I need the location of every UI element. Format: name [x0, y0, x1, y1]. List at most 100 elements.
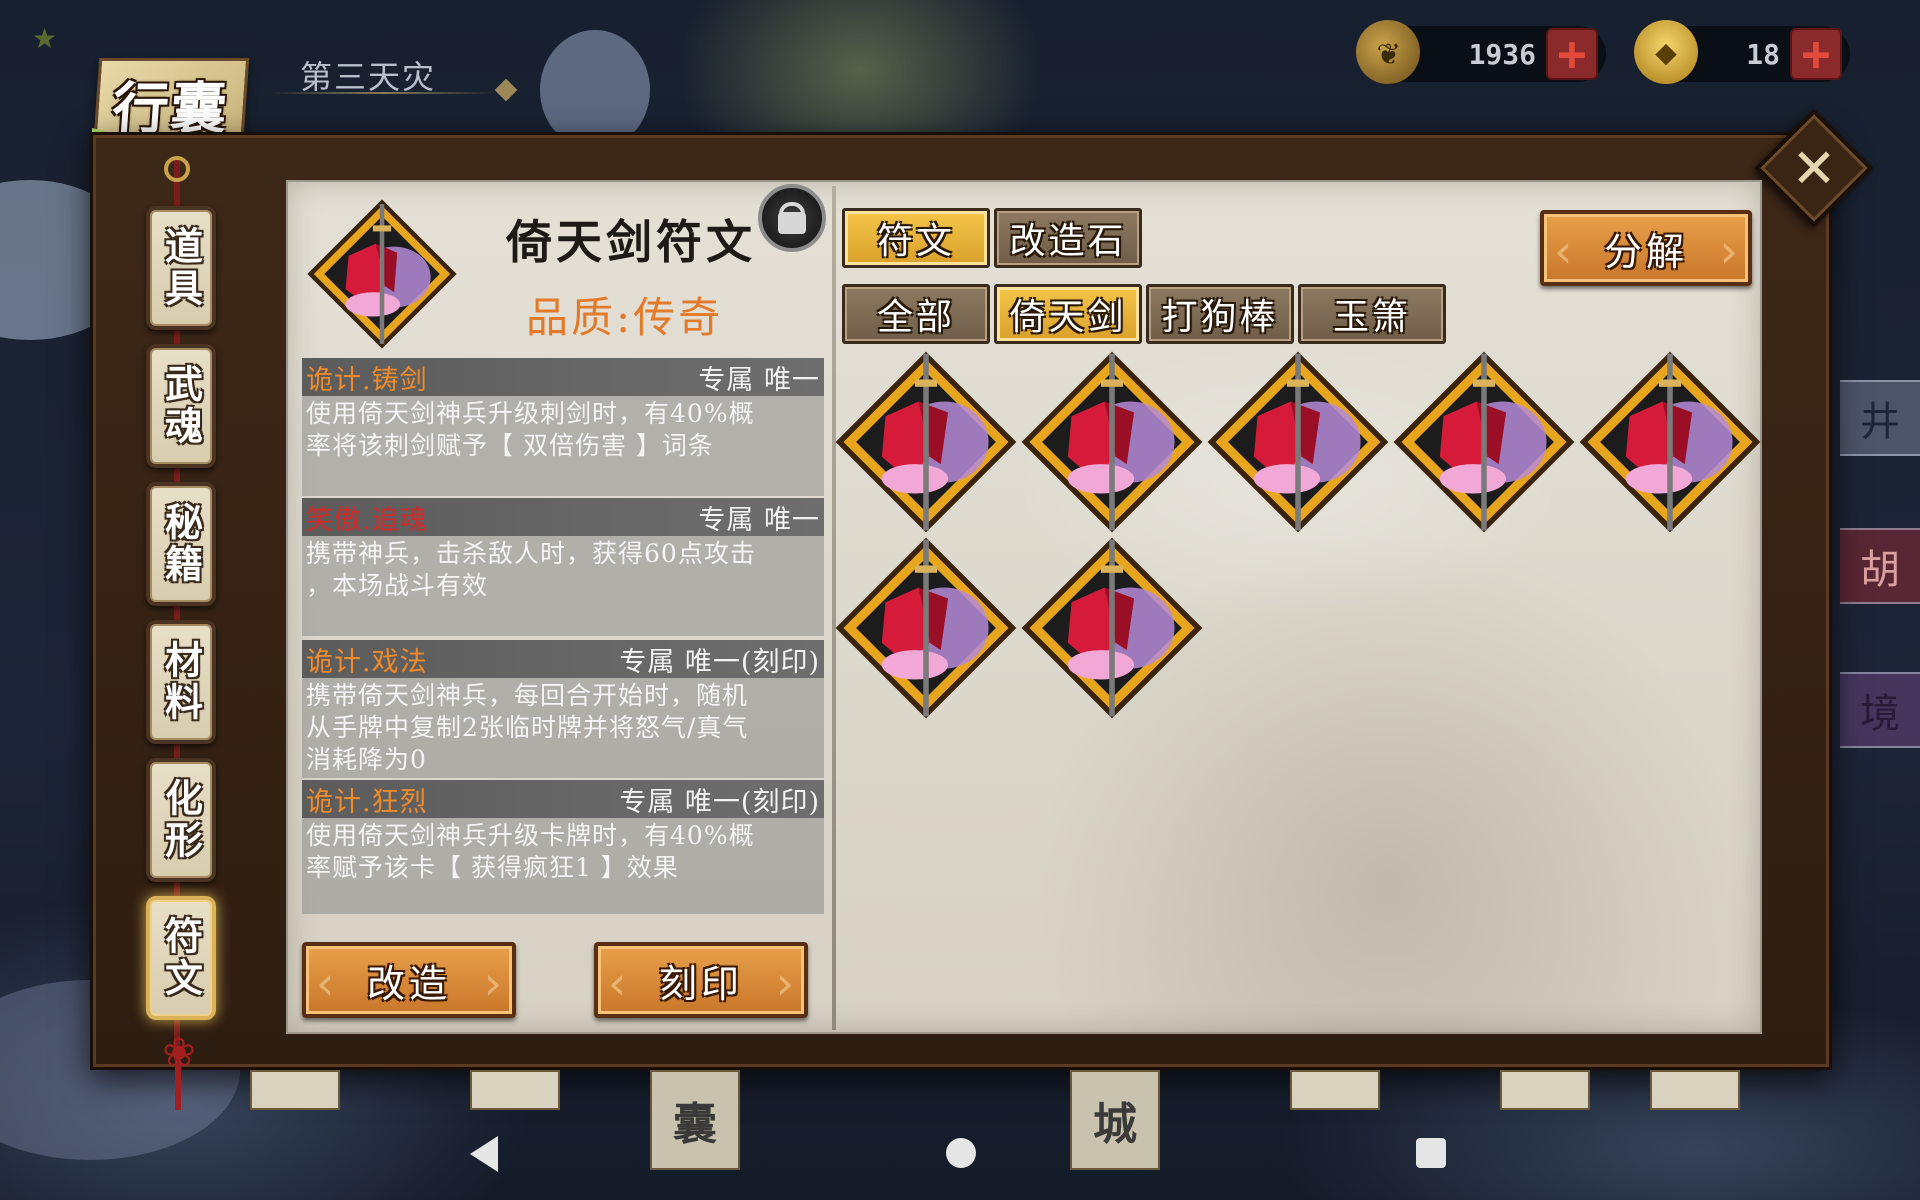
tab-label: 秘籍 — [158, 502, 204, 586]
chip-label: 打狗棒 — [1161, 297, 1279, 338]
filter-jade-flute[interactable]: 玉箫 — [1298, 284, 1446, 344]
rune-emblem-svg — [835, 351, 1017, 533]
dock-tab[interactable] — [1500, 1070, 1590, 1110]
nav-back-button[interactable] — [470, 1136, 498, 1172]
effect-entry-header: 诡计.狂烈 专属 唯一(刻印) — [302, 780, 824, 818]
effect-description: 携带倚天剑神兵，每回合开始时，随机 从手牌中复制2张临时牌并将怒气/真气 消耗降… — [302, 678, 824, 778]
effect-name: 诡计.戏法 — [306, 646, 428, 678]
tab-items[interactable]: 道具 — [146, 206, 216, 330]
side-strip: 境 — [1840, 672, 1920, 748]
item-quality: 品质:传奇 — [526, 293, 724, 342]
rune-emblem-svg — [1393, 351, 1575, 533]
effect-entry-header: 笑傲.追魂 专属 唯一 — [302, 498, 824, 536]
gold-ingot-icon: ◆ — [1634, 20, 1698, 84]
rune-item[interactable] — [1020, 536, 1204, 720]
effect-line: 率将该刺剑赋予【 双倍伤害 】词条 — [306, 431, 714, 460]
tab-modify-stone[interactable]: 改造石 — [994, 208, 1142, 268]
side-strip: 胡 — [1840, 528, 1920, 604]
nav-home-button[interactable] — [946, 1138, 976, 1168]
effect-name: 诡计.铸剑 — [306, 364, 428, 396]
currency-gold-value: 18 — [1746, 37, 1780, 71]
item-name: 倚天剑符文 — [506, 215, 756, 269]
effect-tag: 专属 唯一(刻印) — [619, 786, 820, 818]
effect-line: 携带倚天剑神兵，每回合开始时，随机 — [306, 681, 749, 710]
effect-line: ，本场战斗有效 — [306, 571, 489, 600]
dock-tab[interactable] — [470, 1070, 560, 1110]
effect-tag: 专属 唯一 — [698, 364, 820, 396]
filter-all[interactable]: 全部 — [842, 284, 990, 344]
tab-martial-soul[interactable]: 武魂 — [146, 344, 216, 468]
tab-label: 材料 — [158, 640, 204, 724]
filter-dog-beating-stick[interactable]: 打狗棒 — [1146, 284, 1294, 344]
chip-label: 改造石 — [1009, 221, 1127, 262]
rune-item[interactable] — [834, 350, 1018, 534]
side-strip-label: 井 — [1860, 399, 1900, 445]
lock-icon[interactable] — [758, 184, 826, 252]
add-leaf-button[interactable]: + — [1546, 28, 1598, 80]
effect-entry-header: 诡计.铸剑 专属 唯一 — [302, 358, 824, 396]
tab-materials[interactable]: 材料 — [146, 620, 216, 744]
effect-tag: 专属 唯一(刻印) — [619, 646, 820, 678]
effect-line: 消耗降为0 — [306, 745, 427, 774]
rune-item[interactable] — [1392, 350, 1576, 534]
nav-recent-button[interactable] — [1416, 1138, 1446, 1168]
chip-label: 全部 — [876, 297, 955, 338]
modify-button-label: 改造 — [366, 961, 451, 1006]
rune-item[interactable] — [1578, 350, 1762, 534]
effect-line: 率赋予该卡【 获得疯狂1 】效果 — [306, 853, 679, 882]
rune-emblem-svg — [1207, 351, 1389, 533]
tab-label: 符文 — [158, 916, 204, 1000]
rune-emblem-svg — [1021, 537, 1203, 719]
engrave-button[interactable]: 刻印 — [594, 942, 808, 1018]
effect-entry-header: 诡计.戏法 专属 唯一(刻印) — [302, 640, 824, 678]
leaf-icon: ❦ — [1356, 20, 1420, 84]
tab-label: 武魂 — [158, 364, 204, 448]
effect-line: 从手牌中复制2张临时牌并将怒气/真气 — [306, 713, 749, 742]
rune-item[interactable] — [1020, 350, 1204, 534]
tab-runes-category[interactable]: 符文 — [842, 208, 990, 268]
dock-bag-label: 囊 — [673, 1099, 717, 1150]
effect-line: 使用倚天剑神兵升级卡牌时，有40%概 — [306, 821, 755, 850]
dock-city-label: 城 — [1093, 1099, 1137, 1150]
rune-item[interactable] — [1206, 350, 1390, 534]
dock-tab[interactable] — [250, 1070, 340, 1110]
currency-gold: ◆ 18 + — [1634, 20, 1850, 84]
engrave-button-label: 刻印 — [658, 961, 743, 1006]
dock-tab[interactable] — [1290, 1070, 1380, 1110]
effect-description: 使用倚天剑神兵升级卡牌时，有40%概 率赋予该卡【 获得疯狂1 】效果 — [302, 818, 824, 914]
rune-emblem-svg — [1021, 351, 1203, 533]
chip-label: 倚天剑 — [1009, 297, 1127, 338]
close-icon: ✕ — [1791, 136, 1837, 200]
rune-emblem-svg — [1579, 351, 1761, 533]
side-strip-label: 胡 — [1860, 547, 1900, 593]
chip-label: 符文 — [876, 221, 955, 262]
star-icon: ★ — [32, 22, 58, 55]
tassel-decoration — [175, 1060, 181, 1110]
dock-city[interactable]: 城 — [1070, 1070, 1160, 1170]
effect-line: 使用倚天剑神兵升级刺剑时，有40%概 — [306, 399, 755, 428]
decompose-button[interactable]: 分解 — [1540, 210, 1752, 286]
dock-tab[interactable] — [1650, 1070, 1740, 1110]
tab-runes[interactable]: 符文 — [146, 896, 216, 1020]
effect-name: 诡计.狂烈 — [306, 786, 428, 818]
filter-yitian-sword[interactable]: 倚天剑 — [994, 284, 1142, 344]
effect-line: 携带神兵，击杀敌人时，获得60点攻击 — [306, 539, 756, 568]
effect-name: 笑傲.追魂 — [306, 504, 428, 536]
modify-button[interactable]: 改造 — [302, 942, 516, 1018]
calamity-underline — [268, 92, 498, 94]
currency-leaf-value: 1936 — [1468, 37, 1536, 71]
tab-transform[interactable]: 化形 — [146, 758, 216, 882]
decompose-button-label: 分解 — [1603, 229, 1688, 274]
rune-emblem-svg — [307, 199, 457, 349]
dock-bag[interactable]: 囊 — [650, 1070, 740, 1170]
side-strip: 井 — [1840, 380, 1920, 456]
rune-icon — [306, 198, 458, 350]
rune-item[interactable] — [834, 536, 1018, 720]
chip-label: 玉箫 — [1332, 297, 1411, 338]
add-gold-button[interactable]: + — [1790, 28, 1842, 80]
side-strip-label: 境 — [1860, 691, 1900, 737]
currency-leaf: ❦ 1936 + — [1356, 20, 1606, 84]
effect-description: 使用倚天剑神兵升级刺剑时，有40%概 率将该刺剑赋予【 双倍伤害 】词条 — [302, 396, 824, 496]
tab-label: 道具 — [158, 226, 204, 310]
tab-secret-manual[interactable]: 秘籍 — [146, 482, 216, 606]
